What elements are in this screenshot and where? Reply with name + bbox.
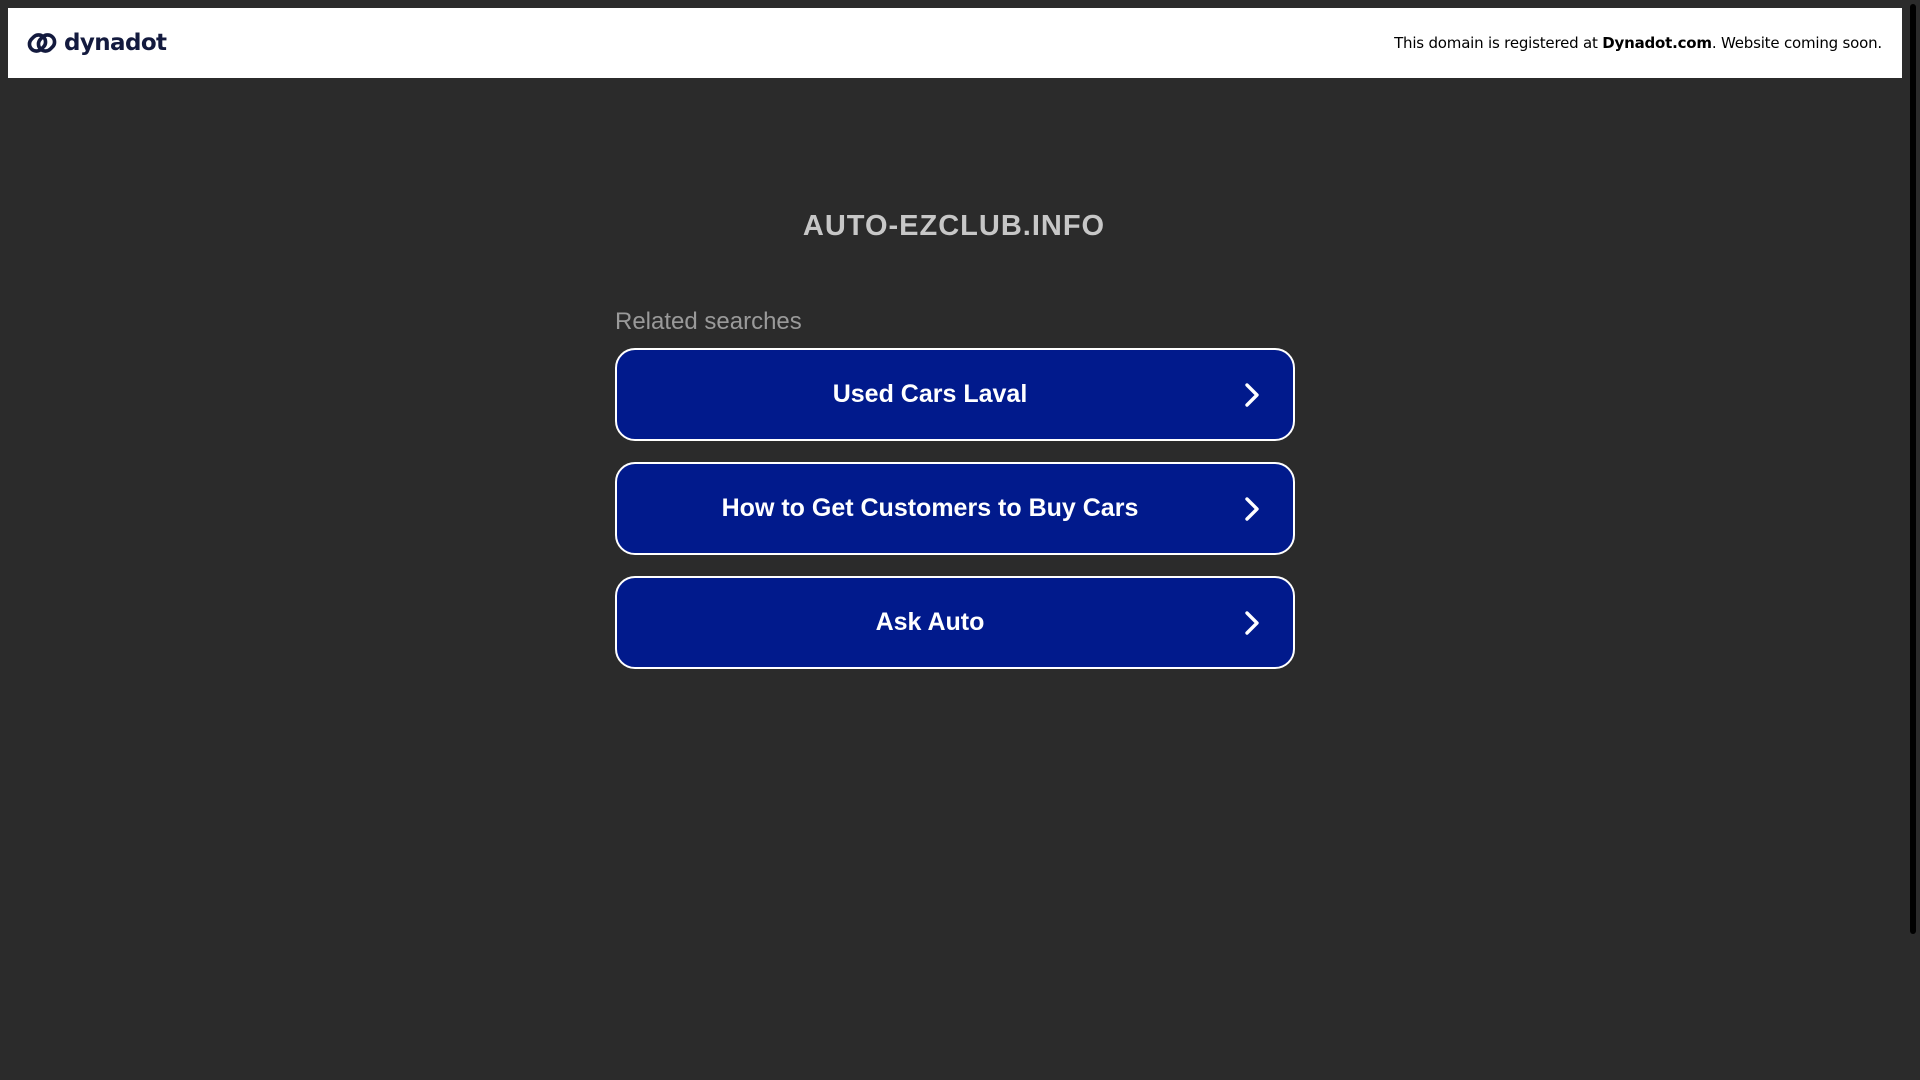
vertical-scrollbar[interactable] <box>1903 0 1920 1080</box>
top-banner: dynadot This domain is registered at Dyn… <box>8 8 1902 78</box>
dynadot-link-icon <box>26 27 58 59</box>
domain-title: AUTO-EZCLUB.INFO <box>802 210 1106 242</box>
chevron-right-icon <box>1245 382 1259 407</box>
related-searches-heading: Related searches <box>615 308 802 335</box>
chevron-right-icon <box>1245 610 1259 635</box>
notice-prefix: This domain is registered at <box>1394 34 1603 52</box>
search-button-ask-auto[interactable]: Ask Auto <box>615 576 1295 669</box>
notice-suffix: . Website coming soon. <box>1711 34 1882 52</box>
search-button-label: Used Cars Laval <box>832 380 1028 408</box>
search-button-used-cars-laval[interactable]: Used Cars Laval <box>615 348 1295 441</box>
related-searches: Related searches Used Cars Laval How to … <box>615 308 1295 690</box>
chevron-right-icon <box>1245 496 1259 521</box>
scrollbar-thumb[interactable] <box>1910 4 1916 934</box>
registration-notice: This domain is registered at Dynadot.com… <box>1394 34 1882 52</box>
notice-brand-link[interactable]: Dynadot.com <box>1602 34 1712 52</box>
search-button-label: Ask Auto <box>875 608 985 636</box>
logo-text: dynadot <box>64 30 167 56</box>
page: dynadot This domain is registered at Dyn… <box>0 0 1920 1080</box>
search-button-how-to-get-customers[interactable]: How to Get Customers to Buy Cars <box>615 462 1295 555</box>
dynadot-logo[interactable]: dynadot <box>26 27 167 59</box>
search-button-label: How to Get Customers to Buy Cars <box>721 494 1139 522</box>
